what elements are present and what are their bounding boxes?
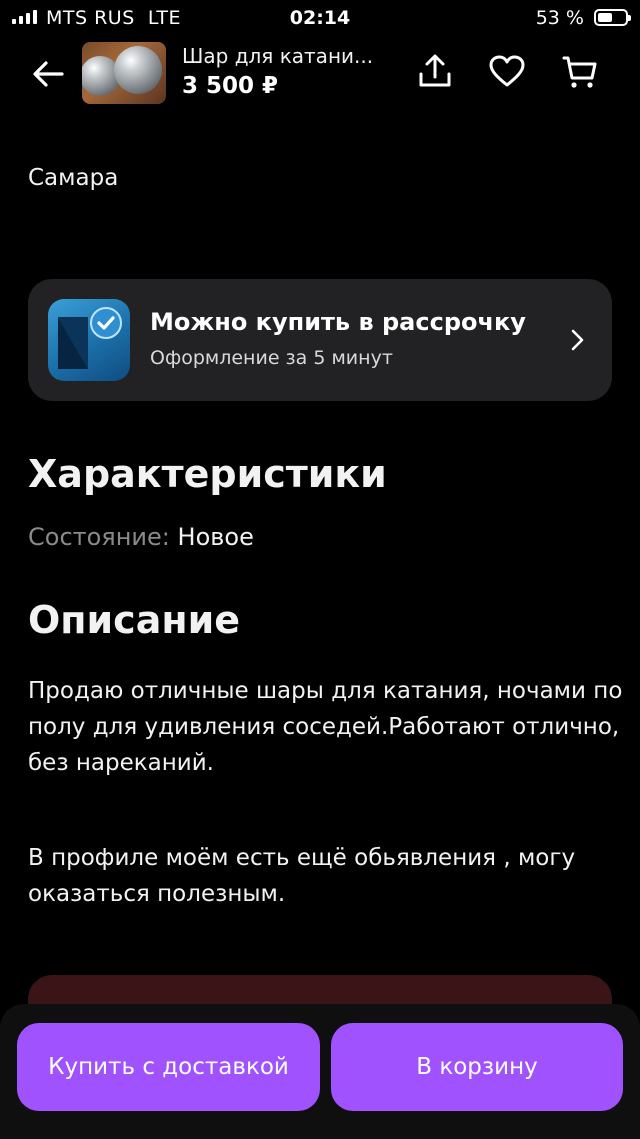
buy-with-delivery-button[interactable]: Купить с доставкой: [17, 1023, 320, 1111]
heart-icon: [489, 55, 525, 87]
cart-icon: [562, 56, 597, 88]
battery-percent: 53 %: [535, 7, 584, 29]
installment-clock-icon: [48, 299, 130, 381]
condition-label: Состояние:: [28, 523, 170, 551]
installment-title: Можно купить в рассрочку: [150, 308, 526, 336]
share-icon: [419, 54, 451, 87]
back-button[interactable]: [28, 54, 68, 94]
condition-row: Состояние: Новое: [28, 523, 254, 551]
characteristics-heading: Характеристики: [28, 452, 387, 496]
share-button[interactable]: [415, 52, 455, 92]
installment-subtitle: Оформление за 5 минут: [150, 347, 393, 369]
description-heading: Описание: [28, 598, 241, 642]
favorite-button[interactable]: [487, 52, 527, 92]
product-title: Шар для катани...: [182, 44, 374, 68]
product-price: 3 500 ₽: [182, 73, 279, 99]
back-arrow-icon: [33, 61, 64, 87]
chevron-right-icon: [571, 329, 584, 351]
product-thumbnail[interactable]: [82, 42, 166, 104]
product-header: Шар для катани... 3 500 ₽: [0, 36, 640, 112]
battery-level-fill: [598, 13, 612, 22]
description-paragraph-1: Продаю отличные шары для катания, ночами…: [28, 678, 623, 776]
cart-button[interactable]: [560, 52, 600, 92]
add-to-cart-button[interactable]: В корзину: [331, 1023, 623, 1111]
status-bar: MTS RUS LTE 02:14 53 %: [0, 0, 640, 36]
installment-banner[interactable]: Можно купить в рассрочку Оформление за 5…: [28, 279, 612, 401]
battery-icon: [594, 9, 631, 26]
condition-value: Новое: [177, 523, 254, 551]
location-city: Самара: [28, 165, 119, 191]
description-paragraph-2: В профиле моём есть ещё обьявления , мог…: [28, 845, 576, 907]
